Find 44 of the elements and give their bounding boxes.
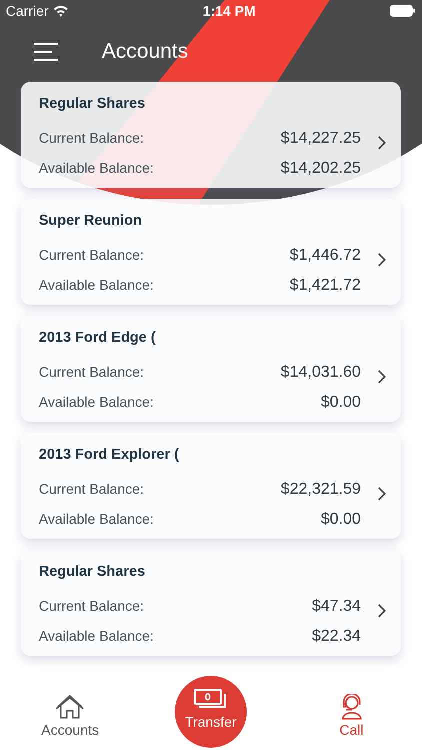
- account-name: Regular Shares: [39, 563, 146, 582]
- account-name: 2013 Ford Edge (: [39, 329, 156, 348]
- account-card[interactable]: Super Reunion Current Balance: $1,446.72 Available Balance: $1,421.72: [21, 199, 401, 305]
- account-name: Super Reunion: [39, 212, 142, 231]
- house-icon: [56, 694, 84, 720]
- account-card[interactable]: Regular Shares Current Balance: $47.34 Available Balance: $22.34: [21, 550, 401, 656]
- account-card[interactable]: 2013 Ford Explorer ( Current Balance: $22,321.59 Available Balance: $0.00: [21, 433, 401, 539]
- menu-icon[interactable]: [34, 43, 58, 61]
- balance-amount: $0.00: [320, 510, 361, 530]
- account-card[interactable]: Regular Shares Current Balance: $14,227.25 Available Balance: $14,202.25: [21, 82, 401, 188]
- balance-amount: $0.00: [320, 392, 361, 413]
- account-card[interactable]: 2013 Ford Edge ( Current Balance: $14,031.60 Available Balance: $0.00: [21, 316, 401, 422]
- balance-label: Current Balance:: [39, 363, 144, 382]
- balance-amount: $47.34: [312, 596, 361, 617]
- chevron-icon: [377, 487, 387, 501]
- balance-label: Available Balance:: [39, 510, 154, 530]
- account-name: 2013 Ford Explorer (: [39, 446, 180, 465]
- chevron-icon: [377, 136, 387, 150]
- tab-item[interactable]: Call: [281, 686, 422, 750]
- balance-amount: $22,321.59: [280, 480, 361, 500]
- tab-item[interactable]: Accounts: [0, 686, 141, 750]
- balance-label: Available Balance:: [39, 159, 154, 178]
- headset-icon: [340, 694, 364, 720]
- balance-amount: $14,031.60: [280, 362, 361, 383]
- chevron-icon: [377, 604, 387, 618]
- balance-label: Available Balance:: [39, 276, 154, 296]
- balance-label: Available Balance:: [39, 393, 154, 412]
- chevron-icon: [377, 253, 387, 267]
- balance-label: Current Balance:: [39, 480, 144, 500]
- balance-amount: $1,446.72: [290, 246, 361, 266]
- balance-amount: $22.34: [312, 626, 361, 647]
- account-name: Regular Shares: [39, 95, 146, 114]
- wifi-icon: [52, 5, 69, 17]
- carrier-label: Carrier: [6, 2, 49, 20]
- balance-amount: $14,227.25: [280, 128, 361, 149]
- battery-icon: [390, 5, 416, 17]
- balance-amount: $1,421.72: [290, 276, 361, 296]
- chevron-icon: [377, 370, 387, 384]
- balance-label: Current Balance:: [39, 129, 144, 148]
- balance-label: Current Balance:: [39, 597, 144, 616]
- balance-label: Available Balance:: [39, 627, 154, 646]
- balance-amount: $14,202.25: [280, 158, 361, 179]
- balance-label: Current Balance:: [39, 246, 144, 266]
- tab-item[interactable]: Transfer: [175, 676, 247, 748]
